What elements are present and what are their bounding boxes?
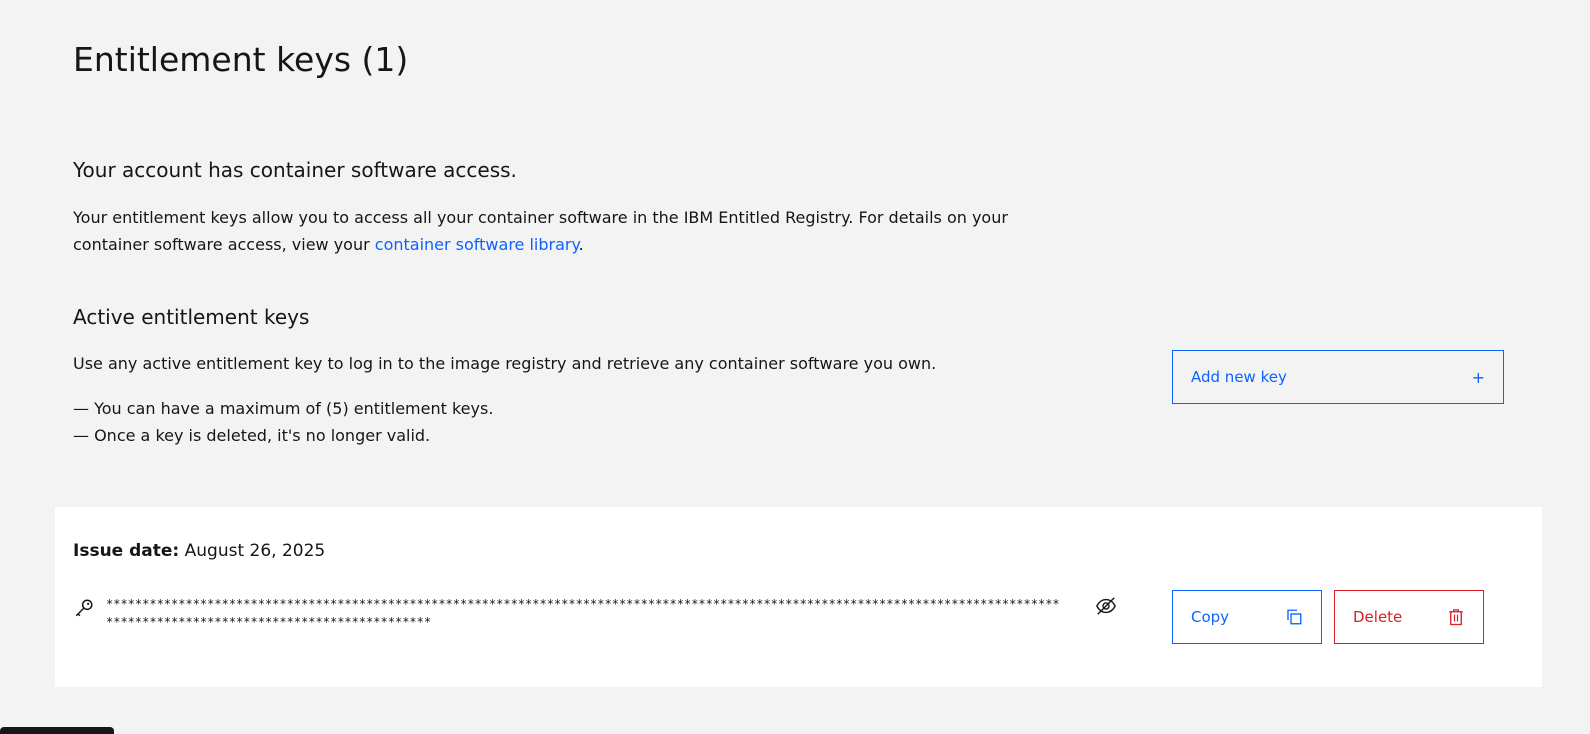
key-icon (75, 599, 93, 617)
bottom-toolbar-tab (0, 727, 114, 734)
access-heading: Your account has container software acce… (73, 158, 517, 182)
issue-date: Issue date: August 26, 2025 (73, 541, 325, 561)
copy-icon (1287, 609, 1302, 625)
plus-icon: + (1471, 367, 1485, 387)
deleted-key-note: — Once a key is deleted, it's no longer … (73, 426, 431, 445)
entitlement-key-card: Issue date: August 26, 2025 ************… (55, 507, 1542, 687)
issue-date-label: Issue date: (73, 541, 180, 561)
add-new-key-button[interactable]: Add new key + (1172, 350, 1504, 404)
container-software-library-link[interactable]: container software library (375, 235, 579, 254)
page-title: Entitlement keys (1) (73, 40, 409, 79)
max-keys-note: — You can have a maximum of (5) entitlem… (73, 399, 494, 418)
delete-key-button[interactable]: Delete (1334, 590, 1484, 644)
eye-off-icon[interactable] (1095, 595, 1117, 617)
issue-date-value: August 26, 2025 (184, 541, 326, 561)
add-new-key-label: Add new key (1191, 368, 1287, 386)
access-text-end: . (578, 235, 584, 254)
access-description: Your entitlement keys allow you to acces… (73, 204, 1033, 258)
copy-label: Copy (1191, 608, 1230, 626)
masked-entitlement-key: ****************************************… (106, 597, 1060, 629)
active-keys-description: Use any active entitlement key to log in… (73, 354, 937, 373)
trash-icon (1449, 609, 1463, 626)
copy-key-button[interactable]: Copy (1172, 590, 1322, 644)
active-keys-heading: Active entitlement keys (73, 305, 310, 329)
delete-label: Delete (1353, 608, 1403, 626)
